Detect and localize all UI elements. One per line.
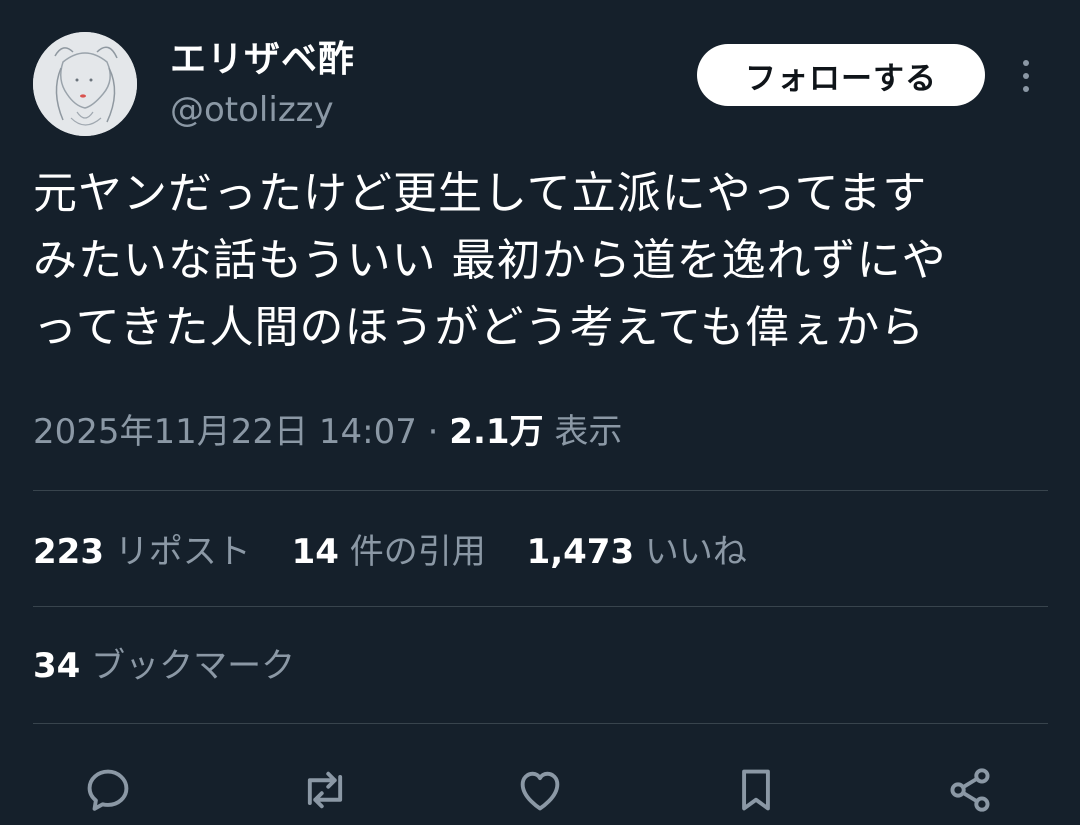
views-count: 2.1万: [449, 412, 544, 452]
quotes-stat[interactable]: 14 件の引用: [292, 528, 486, 576]
reposts-label: リポスト: [114, 532, 251, 572]
timestamp[interactable]: 2025年11月22日 14:07: [33, 412, 417, 452]
share-button[interactable]: [942, 762, 998, 818]
quotes-count: 14: [291, 532, 339, 572]
like-button[interactable]: [512, 762, 568, 818]
divider: [33, 723, 1048, 724]
divider: [33, 490, 1048, 491]
likes-label: いいね: [644, 532, 747, 572]
user-handle[interactable]: @otolizzy: [170, 88, 334, 132]
reposts-stat[interactable]: 223 リポスト: [33, 528, 251, 576]
display-name[interactable]: エリザベ酢: [170, 38, 355, 82]
follow-button[interactable]: フォローする: [697, 44, 985, 106]
tweet-meta: 2025年11月22日 14:07 · 2.1万 表示: [33, 408, 622, 456]
avatar[interactable]: [33, 32, 137, 136]
tweet-line: みたいな話もういい 最初から道を逸れずにや: [33, 235, 947, 286]
bookmarks-label: ブックマーク: [91, 646, 296, 686]
reply-button[interactable]: [80, 762, 136, 818]
quotes-label: 件の引用: [349, 532, 486, 572]
reposts-count: 223: [33, 532, 104, 572]
bookmark-icon: [742, 769, 770, 811]
tweet-text: 元ヤンだったけど更生して立派にやってます みたいな話もういい 最初から道を逸れず…: [33, 160, 1053, 361]
tweet-line: 元ヤンだったけど更生して立派にやってます: [33, 168, 928, 219]
repost-icon: [307, 771, 343, 809]
repost-button[interactable]: [297, 762, 353, 818]
divider: [33, 606, 1048, 607]
bookmarks-count: 34: [33, 646, 81, 686]
tweet-line: ってきた人間のほうがどう考えても偉ぇから: [33, 302, 926, 353]
bookmarks-stat[interactable]: 34 ブックマーク: [33, 642, 295, 690]
bookmark-button[interactable]: [728, 762, 784, 818]
more-options-icon[interactable]: [1008, 54, 1044, 98]
views-label: 表示: [554, 412, 623, 452]
likes-stat[interactable]: 1,473 いいね: [527, 528, 747, 576]
reply-icon: [87, 769, 129, 811]
like-icon: [520, 771, 560, 811]
engagement-stats: 223 リポスト 14 件の引用 1,473 いいね: [33, 528, 777, 576]
meta-separator: ·: [427, 412, 439, 452]
likes-count: 1,473: [526, 532, 635, 572]
share-icon: [950, 768, 990, 812]
